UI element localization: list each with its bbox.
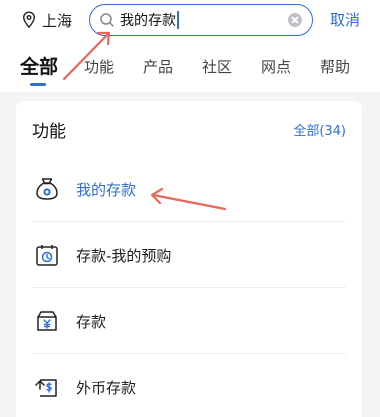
yuan-box-icon bbox=[37, 311, 57, 331]
list-item-deposit[interactable]: 存款 bbox=[16, 288, 362, 354]
tab-branches[interactable]: 网点 bbox=[261, 56, 291, 77]
tab-community[interactable]: 社区 bbox=[202, 56, 232, 77]
list-item-label: 存款-我的预购 bbox=[76, 246, 172, 265]
tab-products[interactable]: 产品 bbox=[143, 56, 173, 77]
cancel-button[interactable]: 取消 bbox=[330, 9, 360, 30]
tab-help[interactable]: 帮助 bbox=[320, 56, 350, 77]
section-title: 功能 bbox=[32, 122, 66, 142]
calendar-deposit-icon bbox=[36, 245, 58, 266]
location-label: 上海 bbox=[42, 11, 73, 30]
list-item-label: 外币存款 bbox=[76, 378, 137, 397]
list-item-foreign-deposit[interactable]: 外币存款 bbox=[16, 354, 362, 417]
list-item-label: 存款 bbox=[76, 312, 107, 331]
clear-icon[interactable] bbox=[288, 13, 302, 27]
location-pin-icon bbox=[22, 11, 36, 29]
money-bag-icon bbox=[36, 178, 58, 200]
functions-card: 功能 全部(34) 我的存款 存款-我的预购 存款 外币存款 bbox=[16, 101, 362, 417]
category-tabs: 全部 功能 产品 社区 网点 帮助 bbox=[0, 52, 380, 86]
tab-functions[interactable]: 功能 bbox=[84, 56, 114, 77]
list-item-my-deposit[interactable]: 我的存款 bbox=[16, 156, 362, 222]
list-item-deposit-preorder[interactable]: 存款-我的预购 bbox=[16, 222, 362, 288]
view-all-link[interactable]: 全部(34) bbox=[293, 120, 346, 139]
top-bar: 上海 我的存款 取消 全部 功能 产品 社区 网点 帮助 bbox=[0, 0, 380, 92]
tab-all[interactable]: 全部 bbox=[20, 52, 58, 79]
active-tab-indicator bbox=[30, 83, 46, 86]
foreign-currency-exchange-icon bbox=[35, 379, 57, 397]
search-box[interactable]: 我的存款 bbox=[89, 4, 313, 36]
search-icon bbox=[100, 13, 114, 27]
list-item-label: 我的存款 bbox=[76, 180, 137, 199]
search-input[interactable]: 我的存款 bbox=[120, 10, 176, 30]
location-selector[interactable]: 上海 bbox=[22, 8, 72, 32]
text-cursor bbox=[177, 11, 179, 29]
